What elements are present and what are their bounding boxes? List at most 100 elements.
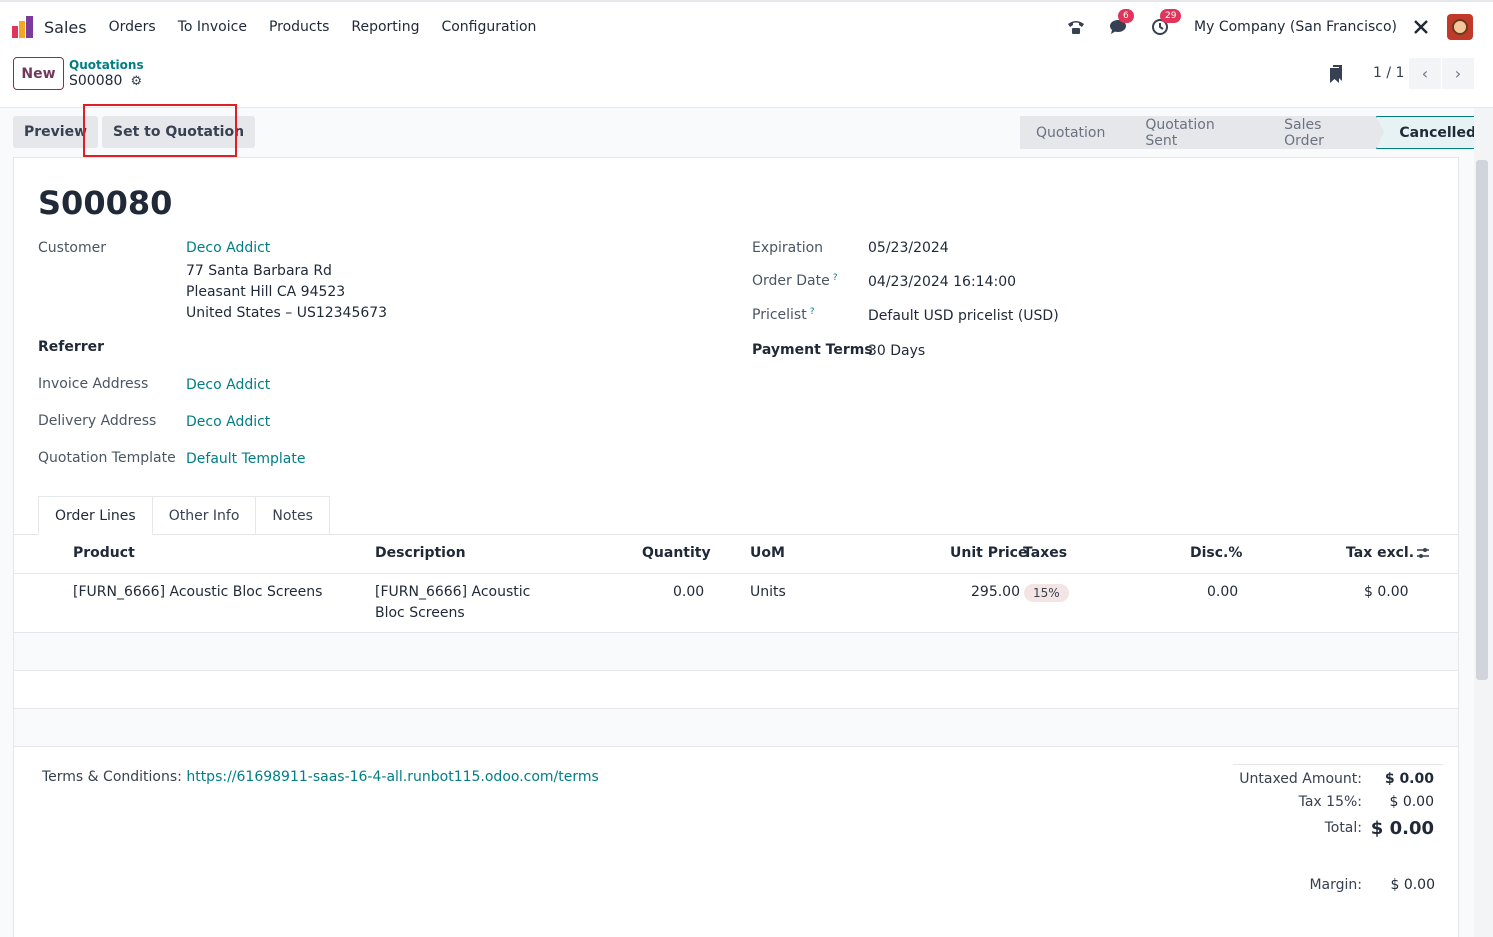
expiration-value[interactable]: 05/23/2024 [868, 240, 949, 256]
pager-previous-icon[interactable]: ‹ [1409, 58, 1441, 89]
breadcrumb-current: S00080 ⚙ [69, 73, 142, 89]
row-unit-price[interactable]: 295.00 [971, 584, 1020, 600]
tax-label: Tax 15%: [1298, 794, 1362, 810]
stage-sales-order[interactable]: Sales Order [1260, 116, 1385, 149]
quotation-template-label: Quotation Template [38, 450, 176, 466]
tab-other-info[interactable]: Other Info [152, 496, 257, 535]
notebook-tabs: Order Lines Other Info Notes [38, 496, 330, 535]
tax-value: $ 0.00 [1389, 794, 1434, 810]
systray: 6 29 My Company (San Francisco) [1044, 9, 1473, 40]
col-taxes[interactable]: Taxes [1023, 545, 1067, 561]
bookmark-icon[interactable] [1330, 65, 1342, 83]
order-date-help-icon[interactable]: ? [833, 273, 838, 283]
margin-value: $ 0.00 [1390, 877, 1435, 893]
col-tax-excl[interactable]: Tax excl. [1346, 545, 1414, 561]
address-line-2: Pleasant Hill CA 94523 [186, 284, 346, 300]
row-tax-badge[interactable]: 15% [1024, 584, 1069, 602]
order-date-label-wrap: Order Date? [752, 273, 837, 289]
row-quantity[interactable]: 0.00 [673, 584, 704, 600]
scrollbar-thumb[interactable] [1476, 160, 1488, 680]
menu-orders[interactable]: Orders [109, 19, 156, 35]
terms-link[interactable]: https://61698911-saas-16-4-all.runbot115… [186, 769, 599, 785]
pager-value[interactable]: 1 / 1 [1373, 65, 1404, 81]
pricelist-label: Pricelist [752, 307, 807, 323]
app-name[interactable]: Sales [44, 18, 87, 37]
pricelist-value[interactable]: Default USD pricelist (USD) [868, 308, 1059, 324]
address-line-3: United States – US12345673 [186, 305, 388, 321]
pricelist-help-icon[interactable]: ? [810, 307, 815, 317]
col-quantity[interactable]: Quantity [642, 545, 711, 561]
row-product[interactable]: [FURN_6666] Acoustic Bloc Screens [73, 584, 322, 600]
highlight-box [83, 104, 237, 157]
untaxed-label: Untaxed Amount: [1239, 771, 1362, 787]
order-date-label: Order Date [752, 273, 830, 289]
row-divider [14, 746, 1458, 747]
col-product[interactable]: Product [73, 545, 135, 561]
pager-buttons: ‹ › [1409, 58, 1475, 89]
sales-app-icon[interactable] [12, 16, 34, 38]
status-bar: Quotation Quotation Sent Sales Order Can… [1020, 116, 1493, 149]
tab-notes[interactable]: Notes [256, 496, 330, 535]
empty-row [14, 633, 1458, 670]
activity-clock-icon[interactable]: 29 [1150, 9, 1182, 37]
chat-badge: 6 [1118, 9, 1134, 23]
empty-row [14, 709, 1458, 746]
expiration-label: Expiration [752, 240, 824, 256]
order-title: S00080 [38, 184, 173, 222]
invoice-address-link[interactable]: Deco Addict [186, 377, 270, 393]
debug-tools-icon[interactable] [1411, 17, 1431, 37]
header-divider [14, 573, 1458, 574]
menu-to-invoice[interactable]: To Invoice [178, 19, 247, 35]
delivery-address-link[interactable]: Deco Addict [186, 414, 270, 430]
row-uom[interactable]: Units [750, 584, 786, 600]
form-sheet: S00080 Customer Deco Addict 77 Santa Bar… [13, 157, 1459, 937]
invoice-address-label: Invoice Address [38, 376, 149, 392]
tab-order-lines[interactable]: Order Lines [38, 496, 153, 535]
menu-configuration[interactable]: Configuration [441, 19, 536, 35]
payment-terms-value[interactable]: 30 Days [868, 343, 925, 359]
top-navbar: Sales Orders To Invoice Products Reporti… [0, 0, 1493, 52]
menu-reporting[interactable]: Reporting [351, 19, 419, 35]
terms-conditions: Terms & Conditions: https://61698911-saa… [42, 769, 599, 785]
terms-label: Terms & Conditions: [42, 769, 182, 785]
stage-quotation-sent[interactable]: Quotation Sent [1121, 116, 1268, 149]
referrer-label: Referrer [38, 339, 105, 355]
row-tax-excl: $ 0.00 [1364, 584, 1409, 600]
row-description-1[interactable]: [FURN_6666] Acoustic [375, 584, 530, 600]
customer-label: Customer [38, 240, 107, 256]
payment-terms-label: Payment Terms [752, 342, 873, 358]
col-description[interactable]: Description [375, 545, 466, 561]
total-label: Total: [1324, 820, 1362, 836]
col-disc[interactable]: Disc.% [1190, 545, 1242, 561]
gear-icon[interactable]: ⚙ [130, 74, 142, 89]
breadcrumb-quotations[interactable]: Quotations [69, 58, 144, 72]
order-date-value[interactable]: 04/23/2024 16:14:00 [868, 274, 1016, 290]
customer-link[interactable]: Deco Addict [186, 240, 270, 256]
delivery-address-label: Delivery Address [38, 413, 157, 429]
new-button[interactable]: New [13, 57, 64, 90]
activity-badge: 29 [1160, 9, 1182, 23]
user-avatar[interactable] [1447, 14, 1473, 40]
phone-icon[interactable] [1066, 17, 1086, 37]
totals-divider [1233, 764, 1443, 765]
main-menu: Orders To Invoice Products Reporting Con… [109, 19, 559, 35]
col-uom[interactable]: UoM [750, 545, 785, 561]
row-disc[interactable]: 0.00 [1207, 584, 1238, 600]
company-switcher[interactable]: My Company (San Francisco) [1194, 19, 1397, 35]
untaxed-value: $ 0.00 [1384, 771, 1434, 787]
col-unit-price[interactable]: Unit Price [950, 545, 1027, 561]
row-description-2[interactable]: Bloc Screens [375, 605, 465, 621]
address-line-1: 77 Santa Barbara Rd [186, 263, 332, 279]
menu-products[interactable]: Products [269, 19, 329, 35]
stage-quotation[interactable]: Quotation [1020, 116, 1130, 149]
pricelist-label-wrap: Pricelist? [752, 307, 815, 323]
column-settings-icon[interactable] [1416, 546, 1430, 560]
margin-label: Margin: [1309, 877, 1362, 893]
row-divider [14, 670, 1458, 671]
quotation-template-link[interactable]: Default Template [186, 451, 306, 467]
breadcrumb-current-label: S00080 [69, 73, 123, 89]
chat-icon[interactable]: 6 [1108, 9, 1134, 37]
control-panel: New Quotations S00080 ⚙ 1 / 1 ‹ › [0, 52, 1493, 108]
pager-next-icon[interactable]: › [1442, 58, 1474, 89]
total-value: $ 0.00 [1370, 818, 1434, 839]
